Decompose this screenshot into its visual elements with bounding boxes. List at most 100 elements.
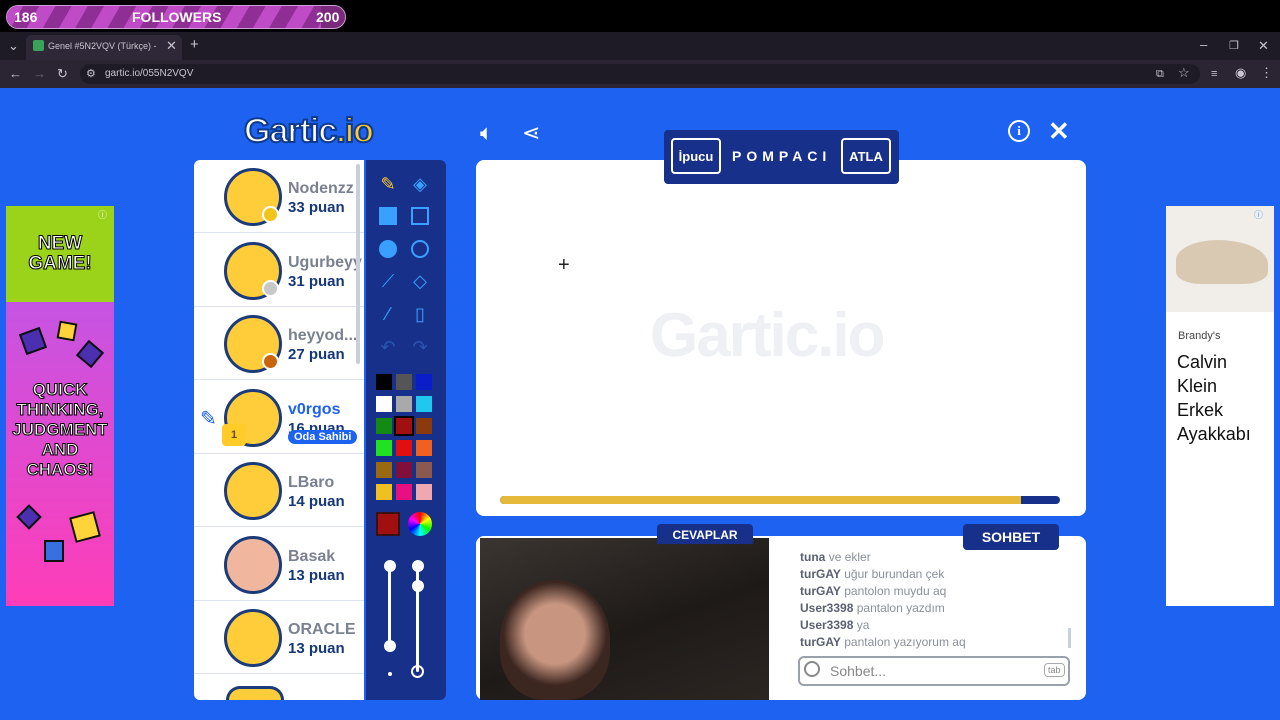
eyedropper-tool-icon[interactable]: ⁄ xyxy=(372,298,404,330)
chat-message: tuna ve ekler xyxy=(800,550,871,564)
color-swatch[interactable] xyxy=(416,440,432,456)
opacity-slider-knob[interactable] xyxy=(412,560,424,572)
url-field[interactable] xyxy=(80,64,1200,84)
chat-username: User3398 xyxy=(800,601,854,615)
player-row[interactable]: heyyod... 27 puan xyxy=(194,307,364,380)
opacity-slider-knob-2[interactable] xyxy=(412,580,424,592)
color-swatch[interactable] xyxy=(396,396,412,412)
chat-message: turGAY pantalon yazıyorum aq xyxy=(800,635,966,649)
color-swatch[interactable] xyxy=(394,416,414,436)
close-icon[interactable]: ✕ xyxy=(1048,116,1070,147)
chat-scrollbar[interactable] xyxy=(1068,628,1071,648)
player-row[interactable]: Basak 13 puan xyxy=(194,528,364,601)
color-swatch[interactable] xyxy=(376,484,392,500)
speaker-icon[interactable]: 🔈︎ xyxy=(480,120,493,146)
color-swatch[interactable] xyxy=(396,374,412,390)
color-swatch[interactable] xyxy=(376,418,392,434)
chat-text: pantalon yazıyorum aq xyxy=(844,635,966,649)
followers-label: FOLLOWERS xyxy=(132,9,222,25)
menu-icon[interactable]: ⋮ xyxy=(1260,66,1273,80)
left-ad-tagline: QUICK THINKING, JUDGMENT AND CHAOS! xyxy=(12,380,108,480)
shoe-image xyxy=(1176,240,1268,284)
redo-icon[interactable]: ↷ xyxy=(404,331,436,363)
url-text: gartic.io/055N2VQV xyxy=(105,68,194,79)
window-close-icon[interactable]: ✕ xyxy=(1258,39,1269,53)
color-swatch[interactable] xyxy=(376,440,392,456)
filled-rect-tool-icon[interactable] xyxy=(372,200,404,232)
players-scrollbar[interactable] xyxy=(356,164,360,364)
chat-text: uğur burundan çek xyxy=(844,567,945,581)
new-tab-icon[interactable]: + xyxy=(190,37,199,52)
maximize-icon[interactable]: ❐ xyxy=(1229,39,1239,53)
profile-icon[interactable]: ◉ xyxy=(1235,66,1246,80)
color-swatch[interactable] xyxy=(416,462,432,478)
share-icon[interactable]: ⋖ xyxy=(522,120,540,146)
color-swatch[interactable] xyxy=(376,374,392,390)
tab-chat[interactable]: SOHBET xyxy=(963,524,1059,550)
color-swatch[interactable] xyxy=(396,440,412,456)
info-icon[interactable]: i xyxy=(1008,120,1030,142)
line-tool-icon[interactable]: ⟋ xyxy=(372,265,404,297)
chat-username: tuna xyxy=(800,550,826,564)
player-name: Basak xyxy=(288,547,336,565)
player-row[interactable]: Ugurbeyy 31 puan xyxy=(194,234,364,307)
eraser-tool-icon[interactable]: ◇ xyxy=(404,265,436,297)
color-swatch[interactable] xyxy=(376,396,392,412)
color-wheel-icon[interactable] xyxy=(408,512,432,536)
color-swatch[interactable] xyxy=(396,462,412,478)
ad-info-icon[interactable]: ⓘ xyxy=(1254,208,1263,221)
reload-icon[interactable]: ↻ xyxy=(57,67,68,81)
site-info-icon[interactable]: ⚙ xyxy=(86,67,96,81)
color-swatch[interactable] xyxy=(376,462,392,478)
hint-button[interactable]: İpucu xyxy=(671,138,721,174)
tab-close-icon[interactable]: ✕ xyxy=(166,39,177,53)
tab-answers[interactable]: CEVAPLAR xyxy=(657,524,753,544)
trophy-icon: 1 xyxy=(222,424,246,446)
canvas-watermark: Gartic.io xyxy=(650,301,886,370)
size-slider-knob[interactable] xyxy=(384,560,396,572)
minimize-icon[interactable]: – xyxy=(1200,38,1207,52)
player-row[interactable]: ORACLE 13 puan xyxy=(194,601,364,674)
color-swatch[interactable] xyxy=(416,484,432,500)
back-icon[interactable]: ← xyxy=(9,67,22,81)
color-swatch[interactable] xyxy=(416,374,432,390)
avatar xyxy=(224,609,282,667)
chat-username: turGAY xyxy=(800,584,841,598)
filled-ellipse-tool-icon[interactable] xyxy=(372,233,404,265)
skip-button[interactable]: ATLA xyxy=(841,138,891,174)
size-slider-knob-2[interactable] xyxy=(384,640,396,652)
media-icon[interactable]: ≡ xyxy=(1211,67,1217,81)
rect-tool-icon[interactable] xyxy=(404,200,436,232)
color-swatch[interactable] xyxy=(416,396,432,412)
host-badge: Oda Sahibi xyxy=(288,430,358,444)
forward-icon[interactable]: → xyxy=(33,67,46,81)
player-name: Ugurbeyy xyxy=(288,253,362,271)
pencil-tool-icon[interactable]: ✎ xyxy=(372,168,404,200)
size-slider[interactable] xyxy=(388,566,391,646)
tab-title: Genel #5N2VQV (Türkçe) - Gar xyxy=(48,41,158,51)
chat-text: ya xyxy=(856,618,870,632)
fill-bucket-tool-icon[interactable]: ◈ xyxy=(404,168,436,200)
followers-count: 186 xyxy=(14,9,38,25)
status-dot xyxy=(262,353,279,370)
tab-search-icon[interactable]: ⌄ xyxy=(8,39,19,53)
undo-icon[interactable]: ↶ xyxy=(372,331,404,363)
selected-color-swatch[interactable] xyxy=(376,512,400,536)
crosshair-cursor-icon: + xyxy=(558,254,570,276)
player-points: 27 puan xyxy=(288,346,345,363)
game-icon-2 xyxy=(56,320,78,342)
player-row[interactable]: Nodenzz 33 puan xyxy=(194,160,364,233)
install-icon[interactable]: ⧉ xyxy=(1156,67,1164,81)
left-ad-info-icon[interactable]: ⓘ xyxy=(98,208,107,221)
color-swatch[interactable] xyxy=(396,484,412,500)
color-swatch[interactable] xyxy=(416,418,432,434)
gartic-logo[interactable]: Gartic.io xyxy=(243,111,375,151)
player-name: v0rgos xyxy=(288,400,341,418)
bookmark-star-icon[interactable]: ☆ xyxy=(1178,66,1190,80)
followers-goal: 200 xyxy=(316,9,340,25)
clear-page-icon[interactable]: ▯ xyxy=(404,298,436,330)
player-row[interactable]: LBaro 14 puan xyxy=(194,454,364,527)
max-size-dot xyxy=(411,665,424,678)
ellipse-tool-icon[interactable] xyxy=(404,233,436,265)
player-points: 14 puan xyxy=(288,493,345,510)
